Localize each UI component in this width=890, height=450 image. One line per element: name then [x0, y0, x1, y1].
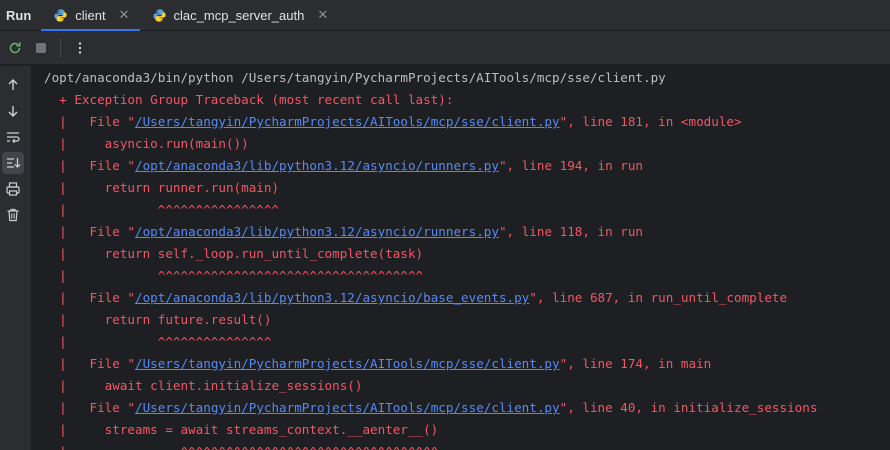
file-path-link[interactable]: /opt/anaconda3/lib/python3.12/asyncio/ru… [135, 158, 499, 173]
trash-icon [7, 208, 19, 222]
python-file-icon [152, 8, 166, 22]
file-path-link[interactable]: /Users/tangyin/PycharmProjects/AITools/m… [135, 400, 560, 415]
scroll-to-end-icon [7, 158, 21, 168]
rerun-button[interactable] [4, 37, 26, 59]
scroll-to-end-button[interactable] [2, 152, 24, 174]
file-path-link[interactable]: /Users/tangyin/PycharmProjects/AITools/m… [135, 114, 560, 129]
traceback-code-line: | streams = await streams_context.__aent… [44, 422, 439, 437]
traceback-code-line: | await client.initialize_sessions() [44, 378, 363, 393]
console-command-line: /opt/anaconda3/bin/python /Users/tangyin… [44, 70, 666, 85]
print-button[interactable] [2, 178, 24, 200]
toolbar-divider [60, 38, 61, 57]
traceback-header: + Exception Group Traceback (most recent… [44, 92, 454, 107]
traceback-suffix: ", line 687, in run_until_complete [529, 290, 788, 305]
more-options-button[interactable] [69, 37, 91, 59]
traceback-prefix: | File " [44, 158, 135, 173]
file-path-link[interactable]: /opt/anaconda3/lib/python3.12/asyncio/ba… [135, 290, 529, 305]
traceback-file-line: | File "/opt/anaconda3/lib/python3.12/as… [44, 287, 787, 309]
rerun-icon [9, 41, 21, 53]
traceback-suffix: ", line 40, in initialize_sessions [559, 400, 818, 415]
run-toolbar [0, 31, 890, 65]
close-icon[interactable]: ✕ [119, 7, 130, 23]
file-path-link[interactable]: /opt/anaconda3/lib/python3.12/asyncio/ru… [135, 224, 499, 239]
close-icon[interactable]: ✕ [317, 7, 328, 23]
traceback-code-line: | ^^^^^^^^^^^^^^^ [44, 334, 272, 349]
soft-wrap-icon [7, 132, 20, 144]
stop-button[interactable] [30, 37, 52, 59]
traceback-prefix: | File " [44, 114, 135, 129]
traceback-code-line: | return future.result() [44, 312, 272, 327]
run-tool-window-header: Run client ✕ clac_mcp_server_auth ✕ [0, 0, 890, 31]
clear-all-button[interactable] [2, 204, 24, 226]
traceback-suffix: ", line 174, in main [559, 356, 712, 371]
traceback-code-line: | ^^^^^^^^^^^^^^^^^^^^^^^^^^^^^^^^^^ [44, 441, 438, 450]
traceback-code-line: | return self._loop.run_until_complete(t… [44, 246, 424, 261]
traceback-code-line: | ^^^^^^^^^^^^^^^^^^^^^^^^^^^^^^^^^^^ [44, 268, 424, 283]
file-path-link[interactable]: /Users/tangyin/PycharmProjects/AITools/m… [135, 356, 560, 371]
traceback-prefix: | File " [44, 224, 135, 239]
traceback-prefix: | File " [44, 400, 135, 415]
traceback-suffix: ", line 181, in <module> [559, 114, 742, 129]
up-stack-frame-button[interactable] [2, 74, 24, 96]
arrow-down-icon [8, 106, 18, 117]
traceback-code-line: | ^^^^^^^^^^^^^^^^ [44, 202, 280, 217]
console-output[interactable]: /opt/anaconda3/bin/python /Users/tangyin… [32, 66, 890, 450]
run-title: Run [6, 7, 32, 23]
stop-icon [36, 42, 46, 53]
traceback-file-line: | File "/Users/tangyin/PycharmProjects/A… [44, 111, 742, 133]
traceback-file-line: | File "/Users/tangyin/PycharmProjects/A… [44, 397, 817, 419]
tab-clac-mcp-server-auth[interactable]: clac_mcp_server_auth ✕ [140, 0, 339, 30]
down-stack-frame-button[interactable] [2, 100, 24, 122]
print-icon [6, 182, 20, 196]
traceback-file-line: | File "/Users/tangyin/PycharmProjects/A… [44, 353, 711, 375]
more-options-icon [78, 41, 82, 54]
traceback-suffix: ", line 118, in run [498, 224, 644, 239]
tab-client[interactable]: client ✕ [41, 0, 140, 31]
traceback-code-line: | return runner.run(main) [44, 180, 280, 195]
traceback-file-line: | File "/opt/anaconda3/lib/python3.12/as… [44, 155, 643, 177]
soft-wrap-button[interactable] [2, 126, 24, 148]
tab-label: client [75, 7, 106, 23]
python-file-icon [54, 8, 67, 22]
tab-label: clac_mcp_server_auth [173, 7, 305, 23]
traceback-file-line: | File "/opt/anaconda3/lib/python3.12/as… [44, 221, 643, 243]
traceback-prefix: | File " [44, 356, 135, 371]
arrow-up-icon [8, 79, 18, 90]
traceback-prefix: | File " [44, 290, 135, 305]
traceback-suffix: ", line 194, in run [498, 158, 644, 173]
traceback-code-line: | asyncio.run(main()) [44, 136, 249, 151]
console-side-toolbar [0, 66, 32, 450]
